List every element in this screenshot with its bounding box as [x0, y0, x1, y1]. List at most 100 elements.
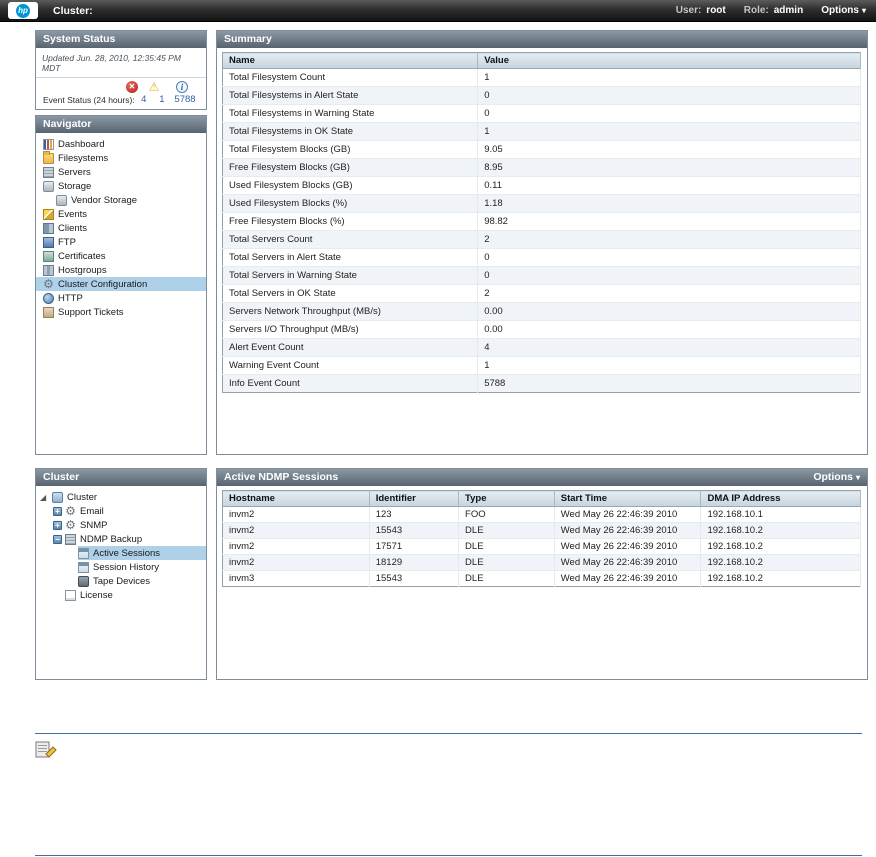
tree-item-body: SNMP [65, 518, 206, 532]
summary-name-cell: Used Filesystem Blocks (GB) [222, 176, 479, 195]
sidebar-item-label: Clients [58, 222, 88, 234]
sidebar-item-label: Hostgroups [58, 264, 107, 276]
summary-table-body: Total Filesystem Count 1 Total Filesystems… [222, 68, 861, 393]
table-row[interactable]: invm2 123 FOO Wed May 26 22:46:39 2010 192.1… [222, 506, 861, 523]
sidebar-item-dashboard[interactable]: Dashboard [36, 137, 206, 151]
summary-name-cell: Alert Event Count [222, 338, 479, 357]
table-row[interactable]: invm2 18129 DLE Wed May 26 22:46:39 2010 192… [222, 554, 861, 571]
license-icon [65, 589, 76, 601]
ndmp-cell: DLE [458, 522, 555, 539]
expand-plus-icon[interactable]: + [53, 520, 62, 530]
sidebar-item-label: Support Tickets [58, 306, 124, 318]
summary-value-cell: 1 [477, 122, 861, 141]
table-row[interactable]: invm3 15543 DLE Wed May 26 22:46:39 2010 192… [222, 570, 861, 587]
table-row: Info Event Count 5788 [222, 374, 861, 393]
tree-item-body: License [65, 588, 206, 602]
event-status-icons: ✕ ⚠ i [36, 78, 206, 93]
summary-body: Name Value Total Filesystem Count 1 Total … [217, 48, 867, 393]
cluster-header: Cluster [36, 469, 206, 486]
expand-plus-icon[interactable]: + [53, 506, 62, 516]
tree-item-label: SNMP [80, 519, 108, 531]
warning-count[interactable]: 1 [153, 94, 171, 105]
summary-value-cell: 0.11 [477, 176, 861, 195]
table-row[interactable]: invm2 17571 DLE Wed May 26 22:46:39 2010 192… [222, 538, 861, 555]
hp-logo: hp [8, 2, 38, 19]
summary-name-cell: Total Servers in Warning State [222, 266, 479, 285]
collapse-arrow-icon[interactable]: ◢ [40, 493, 49, 502]
sidebar-item-storage[interactable]: Storage [36, 179, 206, 193]
summary-name-cell: Total Servers in OK State [222, 284, 479, 303]
summary-name-cell: Total Filesystems in OK State [222, 122, 479, 141]
tree-item-active-sessions[interactable]: Active Sessions [36, 546, 206, 560]
ndmp-cell: invm2 [222, 522, 370, 539]
navigator-panel: Navigator Dashboard Filesystems Servers Sto… [35, 115, 207, 455]
table-row: Total Servers Count 2 [222, 230, 861, 249]
event-status-row: Event Status (24 hours): 4 1 5788 [36, 93, 206, 105]
summary-value-cell: 2 [477, 284, 861, 303]
table-icon [78, 547, 89, 559]
chevron-down-icon: ▾ [855, 473, 860, 482]
sidebar-item-ftp[interactable]: FTP [36, 235, 206, 249]
sidebar-item-events[interactable]: Events [36, 207, 206, 221]
sidebar-item-label: Servers [58, 166, 91, 178]
gear-icon [43, 279, 54, 290]
sidebar-item-label: Cluster Configuration [58, 278, 148, 290]
user-label: User: [675, 5, 702, 16]
table-header-row: Name Value [222, 52, 861, 69]
sidebar-item-certificates[interactable]: Certificates [36, 249, 206, 263]
tree-item-session-history[interactable]: Session History [36, 560, 206, 574]
table-row: Total Filesystem Count 1 [222, 68, 861, 87]
ndmp-body: Hostname Identifier Type Start Time DMA … [217, 486, 867, 587]
summary-value-cell: 1 [477, 356, 861, 375]
user-value: root [706, 5, 726, 16]
tree-item-label: Active Sessions [93, 547, 161, 559]
tree-item-tape-devices[interactable]: Tape Devices [36, 574, 206, 588]
doc-divider-bottom [35, 855, 862, 856]
sidebar-item-support-tickets[interactable]: Support Tickets [36, 305, 206, 319]
sidebar-item-cluster-configuration[interactable]: Cluster Configuration [36, 277, 206, 291]
ndmp-cell: DLE [458, 554, 555, 571]
column-header-hostname: Hostname [222, 490, 370, 507]
tree-item-label: Session History [93, 561, 159, 573]
http-icon [43, 292, 54, 304]
alert-count[interactable]: 4 [135, 94, 153, 105]
tree-item-ndmp-backup[interactable]: − NDMP Backup [36, 532, 206, 546]
tree-item-email[interactable]: + Email [36, 504, 206, 518]
expand-minus-icon[interactable]: − [53, 534, 62, 544]
summary-name-cell: Info Event Count [222, 374, 479, 393]
table-row: Used Filesystem Blocks (%) 1.18 [222, 194, 861, 213]
topbar-right: User: root Role: admin Options ▾ [676, 5, 866, 16]
ndmp-options-label: Options [813, 471, 853, 483]
ndmp-table-body: invm2 123 FOO Wed May 26 22:46:39 2010 192.1… [222, 506, 861, 587]
ndmp-cell: Wed May 26 22:46:39 2010 [554, 554, 702, 571]
column-header-name: Name [222, 52, 479, 69]
ftp-icon [43, 236, 54, 248]
doc-divider-top [35, 733, 862, 734]
table-row[interactable]: invm2 15543 DLE Wed May 26 22:46:39 2010 192… [222, 522, 861, 539]
table-row: Alert Event Count 4 [222, 338, 861, 357]
tree-item-cluster[interactable]: ◢ Cluster [36, 490, 206, 504]
sidebar-item-hostgroups[interactable]: Hostgroups [36, 263, 206, 277]
tree-item-license[interactable]: License [36, 588, 206, 602]
sidebar-item-label: HTTP [58, 292, 83, 304]
sidebar-item-http[interactable]: HTTP [36, 291, 206, 305]
table-row: Total Filesystems in OK State 1 [222, 122, 861, 141]
tree-item-body: Session History [78, 560, 206, 574]
summary-value-cell: 1 [477, 68, 861, 87]
tree-item-snmp[interactable]: + SNMP [36, 518, 206, 532]
role-label: Role: [743, 5, 769, 16]
tree-item-label: License [80, 589, 113, 601]
dashboard-icon [43, 138, 54, 150]
sidebar-item-filesystems[interactable]: Filesystems [36, 150, 206, 165]
info-count[interactable]: 5788 [171, 94, 199, 105]
ndmp-options-menu[interactable]: Options ▾ [813, 469, 860, 486]
options-menu[interactable]: Options ▾ [821, 5, 866, 16]
ndmp-cell: DLE [458, 570, 555, 587]
sidebar-item-vendor-storage[interactable]: Vendor Storage [36, 193, 206, 207]
sidebar-item-clients[interactable]: Clients [36, 221, 206, 235]
cluster-panel: Cluster ◢ Cluster + Email + SNMP − NDMP Backup A… [35, 468, 207, 680]
sidebar-item-servers[interactable]: Servers [36, 165, 206, 179]
ndmp-cell: 18129 [369, 554, 460, 571]
summary-value-cell: 0 [477, 266, 861, 285]
ndmp-cell: 15543 [369, 570, 460, 587]
